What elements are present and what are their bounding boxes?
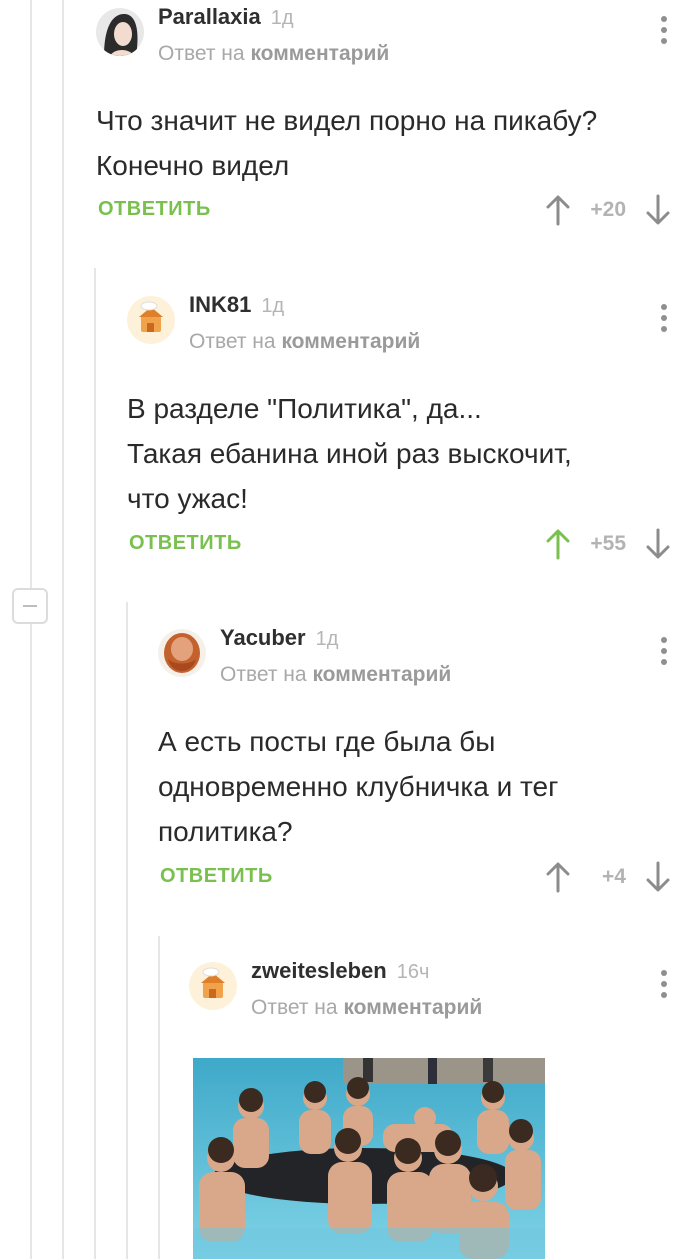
vertical-dots-icon bbox=[660, 637, 668, 665]
comment-time: 1д bbox=[270, 7, 294, 29]
author-name[interactable]: zweitesleben bbox=[251, 958, 387, 983]
reply-button[interactable]: ОТВЕТИТЬ bbox=[98, 198, 211, 221]
comment-image[interactable] bbox=[193, 1058, 545, 1259]
arrow-down-icon bbox=[646, 528, 670, 559]
comment: Yacuber 1д Ответ на комментарий А есть по… bbox=[158, 625, 700, 909]
comment-author[interactable]: Yacuber 1д bbox=[220, 625, 338, 651]
comment-menu-button[interactable] bbox=[660, 637, 668, 669]
comment-text: В разделе "Политика", да... Такая ебанин… bbox=[127, 386, 572, 521]
comment-menu-button[interactable] bbox=[660, 304, 668, 336]
comment-time: 1д bbox=[315, 628, 339, 650]
reply-prefix: Ответ на bbox=[158, 42, 245, 65]
avatar[interactable] bbox=[127, 296, 175, 344]
vertical-dots-icon bbox=[660, 16, 668, 44]
comment: zweitesleben 16ч Ответ на комментарий bbox=[189, 958, 700, 1042]
comment-text-line: А есть посты где была бы bbox=[158, 726, 496, 757]
reply-to: Ответ на комментарий bbox=[189, 330, 420, 354]
author-name[interactable]: INK81 bbox=[189, 292, 251, 317]
comment-text: А есть посты где была бы одновременно кл… bbox=[158, 719, 558, 854]
reply-prefix: Ответ на bbox=[189, 330, 276, 353]
comment-score: +55 bbox=[590, 532, 626, 555]
comment-author[interactable]: INK81 1д bbox=[189, 292, 284, 318]
comment-text-line: Такая ебанина иной раз выскочит, bbox=[127, 438, 572, 469]
reply-prefix: Ответ на bbox=[251, 996, 338, 1019]
author-name[interactable]: Yacuber bbox=[220, 625, 306, 650]
thread-line bbox=[30, 0, 32, 590]
comment-author[interactable]: zweitesleben 16ч bbox=[251, 958, 429, 984]
comment-text-line: В разделе "Политика", да... bbox=[127, 393, 482, 424]
thread-line bbox=[94, 268, 96, 1259]
arrow-up-icon bbox=[546, 195, 570, 226]
avatar[interactable] bbox=[96, 8, 144, 56]
reply-link[interactable]: комментарий bbox=[343, 996, 482, 1019]
reply-link[interactable]: комментарий bbox=[312, 663, 451, 686]
vote-up-button[interactable] bbox=[544, 194, 572, 226]
comment-text: Что значит не видел порно на пикабу? Кон… bbox=[96, 98, 597, 188]
comment-score: +4 bbox=[602, 865, 626, 888]
avatar[interactable] bbox=[189, 962, 237, 1010]
collapse-thread-button[interactable] bbox=[12, 588, 48, 624]
vote-down-button[interactable] bbox=[644, 861, 672, 893]
reply-to: Ответ на комментарий bbox=[220, 663, 451, 687]
arrow-down-icon bbox=[646, 194, 670, 225]
vote-up-button[interactable] bbox=[544, 861, 572, 893]
comment-time: 1д bbox=[261, 295, 285, 317]
arrow-down-icon bbox=[646, 861, 670, 892]
reply-button[interactable]: ОТВЕТИТЬ bbox=[160, 865, 273, 888]
reply-to: Ответ на комментарий bbox=[251, 996, 482, 1020]
vertical-dots-icon bbox=[660, 970, 668, 998]
reply-prefix: Ответ на bbox=[220, 663, 307, 686]
arrow-up-icon bbox=[546, 862, 570, 893]
comment: INK81 1д Ответ на комментарий В разделе "… bbox=[127, 292, 700, 576]
thread-line bbox=[126, 602, 128, 1259]
arrow-up-icon bbox=[546, 529, 570, 560]
author-name[interactable]: Parallaxia bbox=[158, 4, 261, 29]
vote-down-button[interactable] bbox=[644, 528, 672, 560]
comment-text-line: одновременно клубничка и тег bbox=[158, 771, 559, 802]
reply-link[interactable]: комментарий bbox=[250, 42, 389, 65]
comment-score: +20 bbox=[590, 198, 626, 221]
reply-to: Ответ на комментарий bbox=[158, 42, 389, 66]
comment-time: 16ч bbox=[396, 961, 430, 983]
comment-menu-button[interactable] bbox=[660, 16, 668, 48]
vote-up-button[interactable] bbox=[544, 528, 572, 560]
thread-line bbox=[30, 624, 32, 1259]
reply-button[interactable]: ОТВЕТИТЬ bbox=[129, 532, 242, 555]
comment-text-line: Что значит не видел порно на пикабу? bbox=[96, 105, 598, 136]
thread-line bbox=[158, 936, 160, 1259]
comment-author[interactable]: Parallaxia 1д bbox=[158, 4, 294, 30]
comment-menu-button[interactable] bbox=[660, 970, 668, 1002]
thread-line bbox=[62, 0, 64, 1259]
reply-link[interactable]: комментарий bbox=[281, 330, 420, 353]
avatar[interactable] bbox=[158, 629, 206, 677]
vote-down-button[interactable] bbox=[644, 194, 672, 226]
comment-text-line: что ужас! bbox=[127, 483, 248, 514]
comment-text-line: политика? bbox=[158, 816, 293, 847]
vertical-dots-icon bbox=[660, 304, 668, 332]
comment: Parallaxia 1д Ответ на комментарий Что зн… bbox=[96, 4, 700, 248]
comment-text-line: Конечно видел bbox=[96, 150, 290, 181]
